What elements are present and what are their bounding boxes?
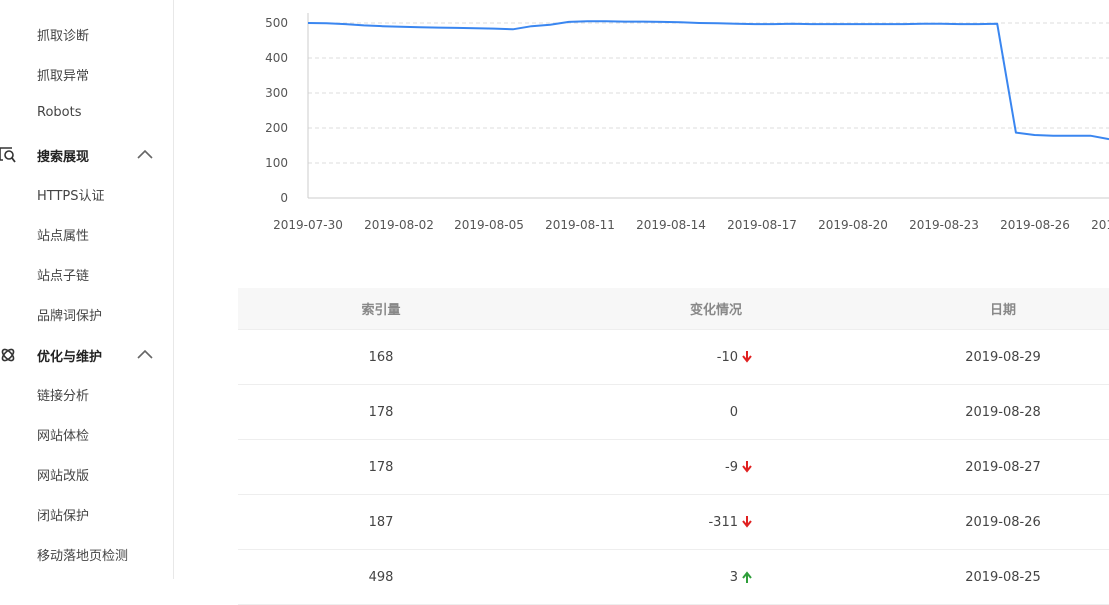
table-header: 索引量 变化情况 日期 [238,288,1109,330]
index-table: 索引量 变化情况 日期 168 -10 2019-08-29 178 0 2019-08-… [238,288,1109,605]
header-count: 索引量 [361,303,401,318]
change-value: -9 [725,459,738,475]
cell-count: 178 [368,404,394,420]
nav-group-label: 搜索展现 [37,150,90,165]
chevron-up-icon[interactable] [137,149,153,159]
x-tick-label: 2019-08-17 [727,218,797,232]
nav-item-site-closure[interactable]: 闭站保护 [37,505,89,524]
change-value: 0 [729,404,738,420]
x-tick-label: 2019-08-14 [636,218,706,232]
nav-item-brand-protection[interactable]: 品牌词保护 [37,305,102,324]
arrow-down-icon [742,461,752,473]
x-tick-label: 2019-08-26 [1000,218,1070,232]
index-volume-chart: 0 100 200 300 400 500 2019-07-30 2019-08-02 2019… [174,0,1109,250]
main-content: 0 100 200 300 400 500 2019-07-30 2019-08-02 2019… [174,0,1109,605]
cell-date: 2019-08-27 [965,459,1041,475]
header-date: 日期 [989,303,1016,318]
table-row: 498 3 2019-08-25 [238,550,1109,605]
search-display-icon [0,147,16,163]
cell-date: 2019-08-28 [965,404,1041,420]
y-tick-label: 400 [265,51,288,65]
cell-count: 187 [368,514,394,530]
header-change: 变化情况 [689,303,742,318]
table-row: 178 -9 2019-08-27 [238,440,1109,495]
arrow-down-icon [742,351,752,363]
cell-date: 2019-08-29 [965,349,1041,365]
nav-item-link-analysis[interactable]: 链接分析 [37,385,89,404]
x-tick-label: 2019-08-11 [545,218,615,232]
nav-item-sitelinks[interactable]: 站点子链 [37,265,89,284]
cell-change: -9 [524,440,752,494]
x-tick-label: 2019-08-05 [454,218,524,232]
table-row: 178 0 2019-08-28 [238,385,1109,440]
nav-item-https[interactable]: HTTPS认证 [37,185,105,204]
nav-group-label: 优化与维护 [37,350,103,365]
cell-change: -10 [524,330,752,384]
cell-count: 168 [368,349,394,365]
sidebar: 抓取诊断 抓取异常 Robots 搜索展现 HTTPS认证 站点属性 站点子链 … [0,0,174,579]
x-tick-label: 2019-08-23 [909,218,979,232]
cell-change: -311 [524,495,752,549]
cell-count: 178 [368,459,394,475]
nav-item-mobile-landing[interactable]: 移动落地页检测 [37,545,128,564]
x-tick-label: 2019-08-02 [364,218,434,232]
cell-count: 498 [368,569,394,585]
table-body: 168 -10 2019-08-29 178 0 2019-08-28 178 -9 2019-… [238,330,1109,605]
cell-date: 2019-08-25 [965,569,1041,585]
change-value: -10 [716,349,738,365]
change-value: 3 [729,569,738,585]
cell-change: 3 [524,550,752,604]
nav-item-crawl-diagnosis[interactable]: 抓取诊断 [37,25,89,44]
optimize-icon [1,348,15,362]
x-tick-label: 2019-08-29 [1091,218,1109,232]
nav-group-optimize[interactable]: 优化与维护 [0,345,173,365]
x-tick-label: 2019-07-30 [273,218,343,232]
y-tick-label: 0 [280,191,288,205]
series-line [307,20,1109,141]
nav-item-site-checkup[interactable]: 网站体检 [37,425,89,444]
y-tick-label: 500 [265,16,288,30]
chevron-up-icon[interactable] [137,349,153,359]
x-tick-label: 2019-08-20 [818,218,888,232]
nav-item-robots[interactable]: Robots [37,105,81,120]
table-row: 187 -311 2019-08-26 [238,495,1109,550]
table-row: 168 -10 2019-08-29 [238,330,1109,385]
y-tick-label: 200 [265,121,288,135]
cell-date: 2019-08-26 [965,514,1041,530]
y-tick-label: 300 [265,86,288,100]
nav-item-site-revision[interactable]: 网站改版 [37,465,89,484]
arrow-up-icon [742,571,752,583]
arrow-down-icon [742,516,752,528]
cell-change: 0 [524,385,752,439]
change-value: -311 [708,514,738,530]
nav-item-crawl-errors[interactable]: 抓取异常 [37,65,89,84]
nav-item-site-attributes[interactable]: 站点属性 [37,225,89,244]
y-tick-label: 100 [265,156,288,170]
chart-svg: 0 100 200 300 400 500 2019-07-30 2019-08-02 2019… [265,13,1109,232]
nav-group-search-display[interactable]: 搜索展现 [0,145,173,165]
